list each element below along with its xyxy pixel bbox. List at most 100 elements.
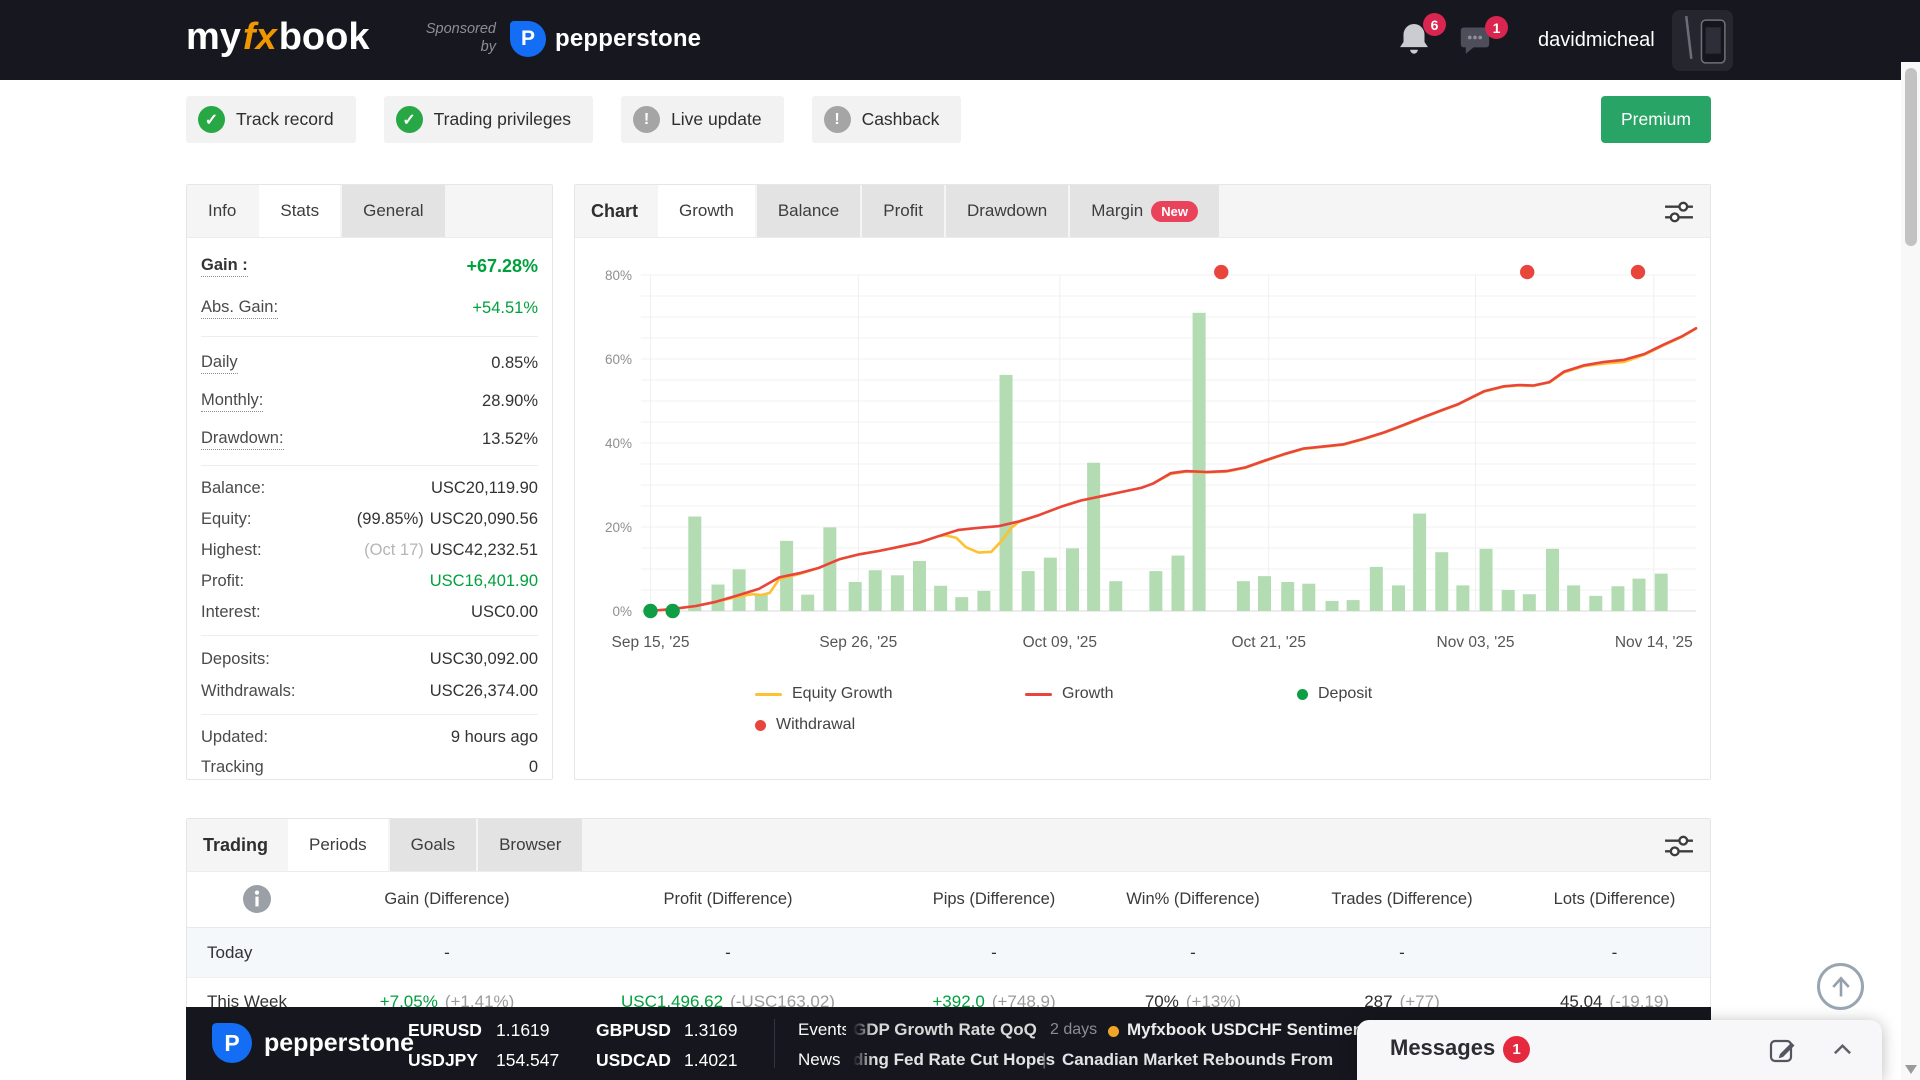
tab-margin[interactable]: MarginNew xyxy=(1070,185,1219,237)
status-badge-label: Trading privileges xyxy=(434,109,571,130)
legend-growth[interactable]: Growth xyxy=(1025,683,1114,705)
column-header-win-difference[interactable]: Win% (Difference) xyxy=(1099,890,1287,909)
legend-swatch-withdrawal xyxy=(755,720,766,731)
news-headline-2[interactable]: Canadian Market Rebounds From xyxy=(1062,1050,1333,1070)
info-icon[interactable] xyxy=(242,884,272,914)
period-cell: - xyxy=(1517,943,1712,963)
legend-deposit[interactable]: Deposit xyxy=(1297,683,1372,705)
pepperstone-brand[interactable]: pepperstone xyxy=(264,1007,414,1080)
compose-message-icon[interactable] xyxy=(1769,1036,1796,1063)
legend-equity-growth[interactable]: Equity Growth xyxy=(755,683,892,705)
tab-drawdown-label: Drawdown xyxy=(967,201,1047,221)
tab-trading[interactable]: Trading xyxy=(187,819,288,871)
premium-button[interactable]: Premium xyxy=(1601,96,1711,143)
quote-pair-usdjpy[interactable]: USDJPY xyxy=(408,1050,478,1071)
stat-value: 28.90% xyxy=(482,392,538,411)
new-badge: New xyxy=(1151,201,1198,222)
ticker-divider xyxy=(774,1019,775,1068)
quote-value-usdjpy: 154.547 xyxy=(496,1050,559,1071)
table-settings-icon[interactable] xyxy=(1664,833,1694,859)
status-badge-label: Live update xyxy=(671,109,762,130)
chevron-up-icon[interactable] xyxy=(1833,1043,1852,1056)
status-badge-trading-privileges[interactable]: ✓Trading privileges xyxy=(384,96,593,143)
quote-pair-usdcad[interactable]: USDCAD xyxy=(596,1050,671,1071)
quote-value-gbpusd: 1.3169 xyxy=(684,1020,738,1041)
legend-swatch-deposit xyxy=(1297,689,1308,700)
stat-row-balance: Balance:USC20,119.90 xyxy=(201,473,538,504)
column-header-profit-difference[interactable]: Profit (Difference) xyxy=(567,890,889,909)
status-badge-label: Cashback xyxy=(862,109,940,130)
tab-periods[interactable]: Periods xyxy=(288,819,388,871)
tab-general[interactable]: General xyxy=(342,185,444,237)
table-row-today[interactable]: Today------ xyxy=(187,928,1710,978)
tab-growth[interactable]: Growth xyxy=(658,185,755,237)
stat-value-main: +67.28% xyxy=(466,256,538,276)
stat-row-highest: Highest:(Oct 17)USC42,232.51 xyxy=(201,535,538,566)
event-headline[interactable]: GDP Growth Rate QoQ xyxy=(853,1020,1037,1040)
column-header-lots-difference[interactable]: Lots (Difference) xyxy=(1517,890,1712,909)
tab-browser-label: Browser xyxy=(499,835,561,855)
legend-label: Equity Growth xyxy=(792,685,892,703)
column-header-pips-difference[interactable]: Pips (Difference) xyxy=(889,890,1099,909)
legend-label: Growth xyxy=(1062,685,1114,703)
stats-group: Deposits:USC30,092.00Withdrawals:USC26,3… xyxy=(201,636,538,715)
tab-profit-label: Profit xyxy=(883,201,923,221)
status-badge-track-record[interactable]: ✓Track record xyxy=(186,96,356,143)
period-cell: - xyxy=(567,943,889,963)
tab-info[interactable]: Info xyxy=(187,185,257,237)
exclamation-icon: ! xyxy=(633,106,660,133)
sentiment-dot-icon xyxy=(1108,1026,1119,1037)
stat-label: Highest: xyxy=(201,541,262,560)
messages-chat-icon[interactable]: 1 xyxy=(1458,24,1498,64)
tab-stats[interactable]: Stats xyxy=(259,185,340,237)
tab-info-label: Info xyxy=(208,201,236,221)
stat-value-main: 9 hours ago xyxy=(451,728,538,746)
status-badge-live-update[interactable]: ! Live update xyxy=(621,96,784,143)
tab-drawdown[interactable]: Drawdown xyxy=(946,185,1068,237)
stat-label: Interest: xyxy=(201,603,261,622)
svg-text:Sep 15, '25: Sep 15, '25 xyxy=(612,634,690,651)
quote-pair-gbpusd[interactable]: GBPUSD xyxy=(596,1020,671,1041)
tab-chart[interactable]: Chart xyxy=(575,185,658,237)
arrow-up-icon xyxy=(1822,968,1860,1006)
messages-panel[interactable]: Messages 1 xyxy=(1357,1020,1882,1080)
svg-text:20%: 20% xyxy=(605,520,632,535)
period-cell: - xyxy=(327,943,567,963)
tab-balance[interactable]: Balance xyxy=(757,185,860,237)
news-headline-1[interactable]: ding Fed Rate Cut Hopes xyxy=(853,1050,1055,1070)
stat-value-main: +54.51% xyxy=(472,299,538,317)
svg-text:Oct 09, '25: Oct 09, '25 xyxy=(1023,634,1097,651)
tab-goals[interactable]: Goals xyxy=(390,819,476,871)
svg-text:Oct 21, '25: Oct 21, '25 xyxy=(1231,634,1305,651)
info-panel-tabs: Info StatsGeneral xyxy=(187,185,552,238)
stat-value-main: USC42,232.51 xyxy=(430,541,538,559)
sentiment-headline[interactable]: Myfxbook USDCHF Sentiment xyxy=(1127,1020,1369,1040)
scrollbar-down-arrow[interactable] xyxy=(1905,1065,1917,1074)
status-badge-cashback[interactable]: !Cashback xyxy=(812,96,962,143)
tab-profit[interactable]: Profit xyxy=(862,185,944,237)
stat-value: (99.85%)USC20,090.56 xyxy=(357,510,538,529)
svg-text:0%: 0% xyxy=(612,604,632,619)
column-header-gain-difference[interactable]: Gain (Difference) xyxy=(327,890,567,909)
notifications-bell-icon[interactable]: 6 xyxy=(1396,21,1436,61)
stat-value-main: USC20,119.90 xyxy=(431,479,538,497)
legend-withdrawal[interactable]: Withdrawal xyxy=(755,714,855,736)
tab-browser[interactable]: Browser xyxy=(478,819,582,871)
scrollbar-thumb[interactable] xyxy=(1905,68,1917,246)
chart-settings-icon[interactable] xyxy=(1664,199,1694,225)
period-label: Today xyxy=(187,943,327,963)
event-time: 2 days xyxy=(1050,1021,1097,1039)
scroll-to-top-button[interactable] xyxy=(1817,963,1864,1010)
page-scrollbar[interactable] xyxy=(1901,62,1920,1080)
pepperstone-header-logo[interactable]: P pepperstone xyxy=(510,21,701,57)
stats-group: Daily0.85%Monthly:28.90%Drawdown:13.52% xyxy=(201,337,538,466)
y-axis-labels: 0%20%40%60%80% xyxy=(605,268,632,619)
events-label[interactable]: Events xyxy=(798,1020,850,1040)
username[interactable]: davidmicheal xyxy=(1538,0,1655,80)
myfxbook-logo[interactable]: myfxbook xyxy=(186,16,370,59)
quote-pair-eurusd[interactable]: EURUSD xyxy=(408,1020,482,1041)
info-icon-cell xyxy=(187,884,327,914)
column-header-trades-difference[interactable]: Trades (Difference) xyxy=(1287,890,1517,909)
user-avatar[interactable] xyxy=(1672,10,1733,71)
news-label[interactable]: News xyxy=(798,1050,841,1070)
